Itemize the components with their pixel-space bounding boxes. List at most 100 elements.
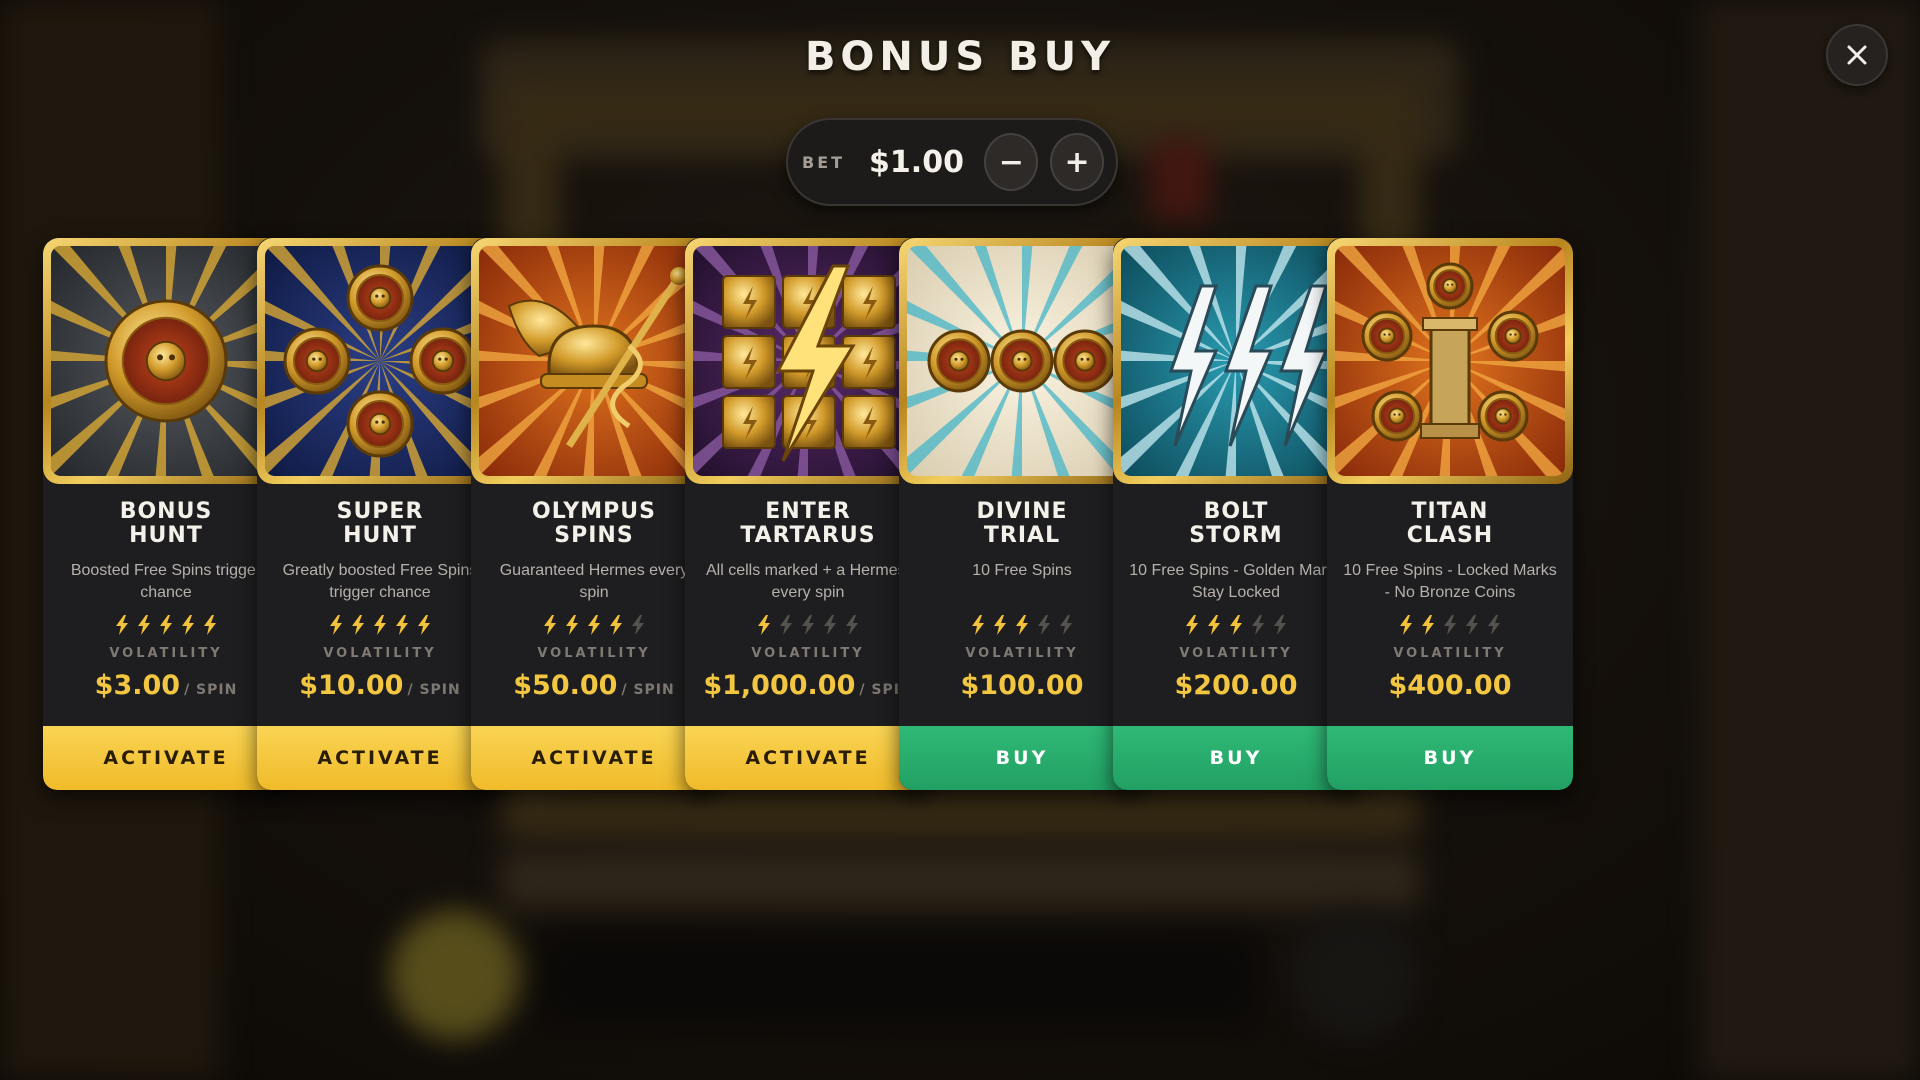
card-title: OLYMPUS SPINS bbox=[532, 499, 656, 548]
lightning-star-icon bbox=[563, 614, 581, 636]
lightning-star-icon bbox=[843, 614, 861, 636]
card-description: 10 Free Spins - Golden Marks Stay Locked bbox=[1129, 562, 1343, 601]
volatility-rating bbox=[685, 614, 931, 636]
four-shields-icon bbox=[257, 238, 503, 484]
card-price: $200.00 bbox=[1174, 670, 1298, 701]
shield-medusa-icon bbox=[43, 238, 289, 484]
volatility-rating bbox=[471, 614, 717, 636]
price-row: $10.00/ SPIN bbox=[257, 670, 503, 701]
volatility-rating bbox=[899, 614, 1145, 636]
price-row: $400.00 bbox=[1327, 670, 1573, 701]
bet-control: BET $1.00 − + bbox=[786, 118, 1118, 206]
lightning-star-icon bbox=[393, 614, 411, 636]
bet-decrease-button[interactable]: − bbox=[984, 133, 1039, 191]
card-price: $1,000.00 bbox=[703, 670, 856, 701]
activate-button[interactable]: ACTIVATE bbox=[43, 726, 289, 790]
lightning-star-icon bbox=[1397, 614, 1415, 636]
bet-label: BET bbox=[802, 152, 846, 172]
volatility-label: VOLATILITY bbox=[1179, 646, 1293, 661]
volatility-label: VOLATILITY bbox=[965, 646, 1079, 661]
card-description: Boosted Free Spins trigger chance bbox=[70, 562, 262, 601]
lightning-star-icon bbox=[969, 614, 987, 636]
lightning-star-icon bbox=[1441, 614, 1459, 636]
lightning-star-icon bbox=[821, 614, 839, 636]
price-row: $200.00 bbox=[1113, 670, 1359, 701]
bonus-card: ENTER TARTARUS All cells marked + a Herme… bbox=[685, 238, 931, 790]
bonus-card: BONUS HUNT Boosted Free Spins trigger cha… bbox=[43, 238, 289, 790]
per-spin-label: / SPIN bbox=[621, 682, 675, 698]
lightning-star-icon bbox=[1419, 614, 1437, 636]
volatility-rating bbox=[43, 614, 289, 636]
lightning-star-icon bbox=[415, 614, 433, 636]
volatility-label: VOLATILITY bbox=[751, 646, 865, 661]
bonus-card: TITAN CLASH 10 Free Spins - Locked Marks … bbox=[1327, 238, 1573, 790]
card-price: $100.00 bbox=[960, 670, 1084, 701]
lightning-star-icon bbox=[1183, 614, 1201, 636]
lightning-star-icon bbox=[585, 614, 603, 636]
price-row: $100.00 bbox=[899, 670, 1145, 701]
lightning-star-icon bbox=[991, 614, 1009, 636]
lightning-star-icon bbox=[349, 614, 367, 636]
bonus-card: SUPER HUNT Greatly boosted Free Spins tri… bbox=[257, 238, 503, 790]
winged-helmet-icon bbox=[471, 238, 717, 484]
close-icon bbox=[1847, 45, 1867, 65]
volatility-rating bbox=[257, 614, 503, 636]
lightning-star-icon bbox=[1013, 614, 1031, 636]
buy-button[interactable]: BUY bbox=[1327, 726, 1573, 790]
price-row: $50.00/ SPIN bbox=[471, 670, 717, 701]
card-title: ENTER TARTARUS bbox=[740, 499, 876, 548]
lightning-star-icon bbox=[1057, 614, 1075, 636]
volatility-label: VOLATILITY bbox=[1393, 646, 1507, 661]
lightning-star-icon bbox=[1463, 614, 1481, 636]
card-description: Guaranteed Hermes every spin bbox=[499, 562, 689, 601]
lightning-star-icon bbox=[607, 614, 625, 636]
card-description: 10 Free Spins - Locked Marks - No Bronze… bbox=[1343, 562, 1557, 601]
lightning-star-icon bbox=[113, 614, 131, 636]
card-title: TITAN CLASH bbox=[1406, 499, 1494, 548]
lightning-star-icon bbox=[777, 614, 795, 636]
lightning-star-icon bbox=[135, 614, 153, 636]
modal-title: BONUS BUY bbox=[804, 34, 1116, 80]
lightning-star-icon bbox=[1035, 614, 1053, 636]
card-price: $400.00 bbox=[1388, 670, 1512, 701]
card-description: 10 Free Spins bbox=[972, 562, 1072, 579]
card-description: Greatly boosted Free Spins trigger chanc… bbox=[282, 562, 478, 601]
card-title: BOLT STORM bbox=[1189, 499, 1283, 548]
lightning-star-icon bbox=[541, 614, 559, 636]
card-price: $50.00 bbox=[513, 670, 618, 701]
bonus-card: OLYMPUS SPINS Guaranteed Hermes every spi… bbox=[471, 238, 717, 790]
card-price: $10.00 bbox=[299, 670, 404, 701]
volatility-label: VOLATILITY bbox=[537, 646, 651, 661]
lightning-star-icon bbox=[1227, 614, 1245, 636]
bet-increase-button[interactable]: + bbox=[1050, 133, 1104, 191]
three-shields-icon bbox=[899, 238, 1145, 484]
bonus-card: DIVINE TRIAL 10 Free Spins VOLATILITY $100.… bbox=[899, 238, 1145, 790]
volatility-label: VOLATILITY bbox=[109, 646, 223, 661]
bet-value: $1.00 bbox=[869, 144, 964, 180]
card-title: DIVINE TRIAL bbox=[976, 499, 1068, 548]
lightning-star-icon bbox=[201, 614, 219, 636]
card-price: $3.00 bbox=[94, 670, 181, 701]
volatility-label: VOLATILITY bbox=[323, 646, 437, 661]
activate-button[interactable]: ACTIVATE bbox=[471, 726, 717, 790]
lightning-star-icon bbox=[799, 614, 817, 636]
activate-button[interactable]: ACTIVATE bbox=[685, 726, 931, 790]
lightning-star-icon bbox=[327, 614, 345, 636]
buy-button[interactable]: BUY bbox=[1113, 726, 1359, 790]
close-button[interactable] bbox=[1826, 24, 1888, 86]
lightning-star-icon bbox=[179, 614, 197, 636]
triple-bolts-icon bbox=[1113, 238, 1359, 484]
column-shields-icon bbox=[1327, 238, 1573, 484]
lightning-star-icon bbox=[1249, 614, 1267, 636]
lightning-star-icon bbox=[1271, 614, 1289, 636]
per-spin-label: / SPIN bbox=[184, 682, 238, 698]
volatility-rating bbox=[1327, 614, 1573, 636]
card-title: BONUS HUNT bbox=[119, 499, 213, 548]
lightning-star-icon bbox=[371, 614, 389, 636]
card-title: SUPER HUNT bbox=[336, 499, 424, 548]
activate-button[interactable]: ACTIVATE bbox=[257, 726, 503, 790]
lightning-star-icon bbox=[157, 614, 175, 636]
buy-button[interactable]: BUY bbox=[899, 726, 1145, 790]
lightning-grid-icon bbox=[685, 238, 931, 484]
lightning-star-icon bbox=[755, 614, 773, 636]
